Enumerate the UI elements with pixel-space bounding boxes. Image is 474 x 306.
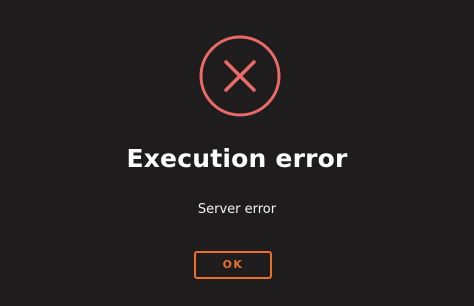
ok-button[interactable]: OK [194, 251, 272, 279]
error-x-circle-icon [198, 34, 282, 118]
error-dialog: Execution error Server error OK [0, 0, 474, 306]
error-message: Server error [197, 202, 277, 217]
dialog-title: Execution error [126, 144, 348, 173]
